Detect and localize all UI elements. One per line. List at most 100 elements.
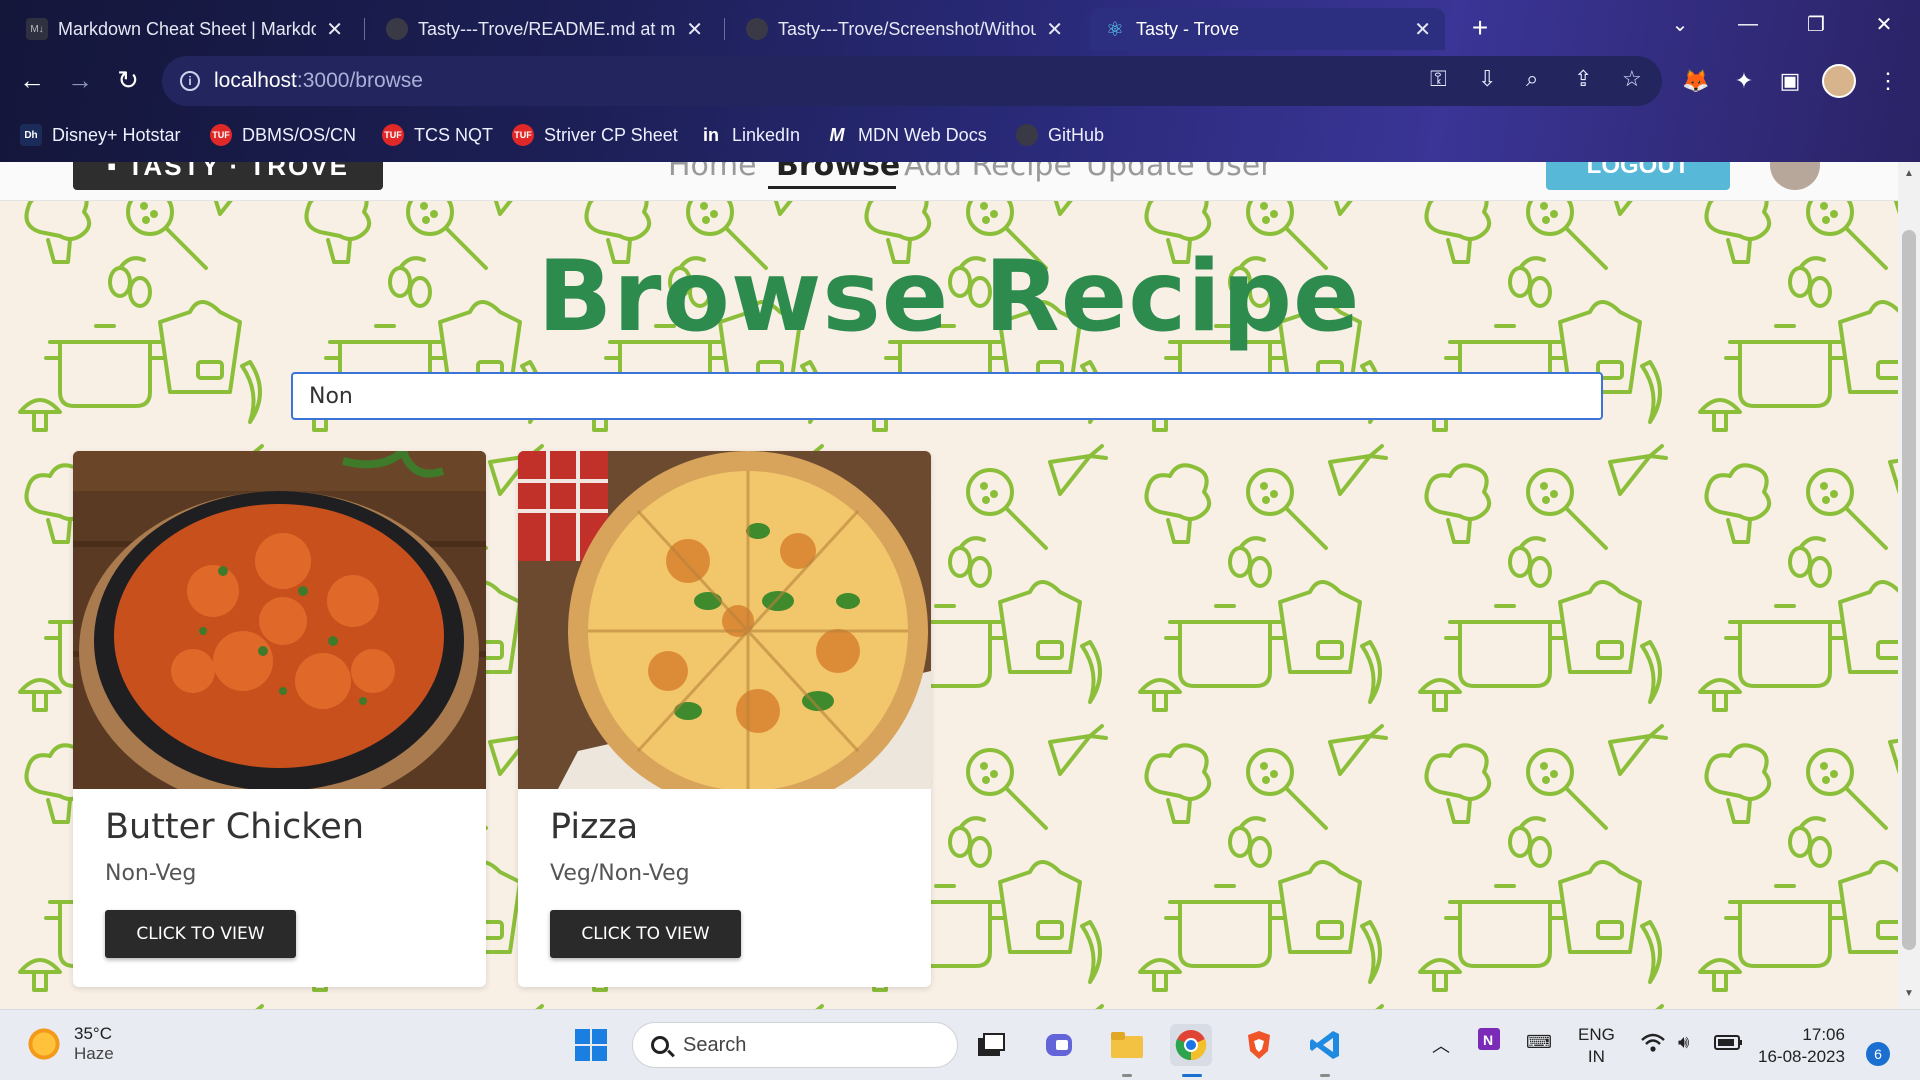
bookmark-dbms[interactable]: TUF DBMS/OS/CN <box>210 118 356 152</box>
forward-button[interactable]: → <box>60 60 100 100</box>
close-icon[interactable]: ✕ <box>1046 17 1063 42</box>
weather-temperature: 35°C <box>74 1024 112 1043</box>
language-code: ENG <box>1578 1025 1615 1044</box>
click-to-view-button[interactable]: CLICK TO VIEW <box>105 910 296 958</box>
user-avatar[interactable] <box>1770 162 1820 190</box>
close-window-button[interactable]: ✕ <box>1854 6 1914 42</box>
address-bar[interactable]: i localhost:3000/browse ⚿ ⇩ ⌕ ⇪ ☆ <box>162 56 1662 106</box>
chrome-icon[interactable] <box>1170 1024 1212 1066</box>
recipe-card-butter-chicken: Butter Chicken Non-Veg CLICK TO VIEW <box>73 451 486 987</box>
taskbar-search[interactable]: Search <box>632 1022 958 1068</box>
recipe-search-input[interactable] <box>291 372 1603 420</box>
clock-date: 16-08-2023 <box>1758 1047 1845 1066</box>
scroll-down-icon[interactable]: ▼ <box>1898 988 1920 999</box>
running-indicator <box>1320 1074 1330 1077</box>
notification-badge[interactable]: 6 <box>1866 1042 1890 1066</box>
tab-title: Tasty---Trove/README.md at ma <box>418 18 677 39</box>
recipe-name: Pizza <box>550 807 639 847</box>
github-icon <box>1016 124 1038 146</box>
bookmark-linkedin[interactable]: in LinkedIn <box>700 118 800 152</box>
teams-chat-icon[interactable] <box>1040 1024 1082 1066</box>
tab-title: Tasty - Trove <box>1136 18 1240 39</box>
nav-home-link[interactable]: Home <box>668 162 757 183</box>
bookmark-github[interactable]: GitHub <box>1016 118 1104 152</box>
onenote-icon[interactable]: N <box>1476 1026 1502 1057</box>
recipe-category: Non-Veg <box>105 861 197 886</box>
menu-icon[interactable]: ⋮ <box>1872 65 1904 97</box>
bookmark-label: MDN Web Docs <box>858 124 987 145</box>
pizza-image[interactable] <box>518 451 931 789</box>
vscode-icon[interactable] <box>1304 1024 1346 1066</box>
reload-button[interactable]: ↻ <box>108 60 148 100</box>
key-icon[interactable]: ⚿ <box>1430 66 1447 92</box>
start-windows-icon[interactable] <box>570 1024 612 1066</box>
weather-widget[interactable]: 35°C Haze <box>26 1024 114 1064</box>
click-to-view-button[interactable]: CLICK TO VIEW <box>550 910 741 958</box>
url-text[interactable]: localhost:3000/browse <box>214 69 423 93</box>
recipe-name: Butter Chicken <box>105 807 365 847</box>
bookmark-hotstar[interactable]: Dh Disney+ Hotstar <box>20 118 181 152</box>
weather-sun-icon <box>26 1026 62 1062</box>
share-icon[interactable]: ⇪ <box>1574 66 1592 92</box>
react-icon: ⚛ <box>1106 18 1124 41</box>
restore-button[interactable]: ❐ <box>1786 6 1846 42</box>
keyboard-icon[interactable]: ⌨ <box>1526 1032 1552 1053</box>
page-scrollbar[interactable]: ▲ ▼ <box>1898 162 1920 1009</box>
tab-markdown-cheat-sheet[interactable]: M↓ Markdown Cheat Sheet | Markdo ✕ <box>12 8 357 50</box>
wifi-icon[interactable] <box>1640 1032 1666 1059</box>
extensions-icon[interactable]: ✦ <box>1728 65 1760 97</box>
page-viewport: ▪ TASTY · TROVE Home Browse Add Recipe U… <box>0 162 1920 1009</box>
bookmark-mdn[interactable]: M MDN Web Docs <box>826 118 987 152</box>
close-icon[interactable]: ✕ <box>326 17 343 42</box>
bookmark-label: DBMS/OS/CN <box>242 124 357 145</box>
tab-screenshot[interactable]: Tasty---Trove/Screenshot/Withou ✕ <box>732 8 1077 50</box>
close-icon[interactable]: ✕ <box>686 17 703 42</box>
battery-icon[interactable] <box>1714 1032 1744 1057</box>
tab-strip: M↓ Markdown Cheat Sheet | Markdo ✕ Tasty… <box>0 0 1920 50</box>
github-icon <box>386 18 408 40</box>
bookmark-label: TCS NQT <box>414 124 493 145</box>
zoom-icon[interactable]: ⌕ <box>1526 66 1538 92</box>
bookmark-label: Disney+ Hotstar <box>52 124 181 145</box>
bookmark-star-icon[interactable]: ☆ <box>1622 66 1642 92</box>
recipe-card-pizza: Pizza Veg/Non-Veg CLICK TO VIEW <box>518 451 931 987</box>
profile-avatar[interactable] <box>1822 64 1856 98</box>
tab-readme[interactable]: Tasty---Trove/README.md at ma ✕ <box>372 8 717 50</box>
tab-title: Markdown Cheat Sheet | Markdo <box>58 18 317 39</box>
side-panel-icon[interactable]: ▣ <box>1774 65 1806 97</box>
tab-search-icon[interactable]: ⌄ <box>1650 6 1710 42</box>
site-info-icon[interactable]: i <box>180 71 200 91</box>
search-icon <box>651 1036 669 1054</box>
windows-taskbar: 35°C Haze Search ︿ N ⌨ ENG IN 🔊︎ 17:06 1… <box>0 1009 1920 1080</box>
metamask-icon[interactable]: 🦊 <box>1680 65 1712 97</box>
tab-title: Tasty---Trove/Screenshot/Withou <box>778 18 1037 39</box>
bookmark-striver[interactable]: TUF Striver CP Sheet <box>512 118 678 152</box>
github-icon <box>746 18 768 40</box>
scrollbar-thumb[interactable] <box>1902 230 1916 950</box>
brand-logo-button[interactable]: ▪ TASTY · TROVE <box>73 162 383 190</box>
active-nav-underline <box>768 186 896 189</box>
task-view-icon[interactable] <box>970 1024 1012 1066</box>
logout-button[interactable]: LOGOUT <box>1546 162 1730 190</box>
nav-browse-link[interactable]: Browse <box>776 162 900 183</box>
bookmark-tcs-nqt[interactable]: TUF TCS NQT <box>382 118 493 152</box>
brave-icon[interactable] <box>1238 1024 1280 1066</box>
active-indicator <box>1182 1074 1202 1077</box>
tab-tasty-trove[interactable]: ⚛ Tasty - Trove ✕ <box>1090 8 1445 50</box>
show-hidden-icons[interactable]: ︿ <box>1432 1032 1450 1058</box>
minimize-button[interactable]: — <box>1718 6 1778 42</box>
volume-icon[interactable]: 🔊︎ <box>1678 1032 1689 1053</box>
new-tab-button[interactable]: + <box>1462 10 1498 46</box>
hotstar-icon: Dh <box>20 124 42 146</box>
system-clock[interactable]: 17:06 16-08-2023 <box>1758 1024 1845 1068</box>
language-indicator[interactable]: ENG IN <box>1578 1024 1615 1068</box>
file-explorer-icon[interactable] <box>1106 1024 1148 1066</box>
back-button[interactable]: ← <box>12 60 52 100</box>
install-icon[interactable]: ⇩ <box>1478 66 1496 92</box>
close-icon[interactable]: ✕ <box>1414 17 1431 42</box>
butter-chicken-image[interactable] <box>73 451 486 789</box>
nav-add-recipe-link[interactable]: Add Recipe <box>904 162 1072 183</box>
browser-chrome: M↓ Markdown Cheat Sheet | Markdo ✕ Tasty… <box>0 0 1920 162</box>
nav-update-user-link[interactable]: Update User <box>1086 162 1273 183</box>
scroll-up-icon[interactable]: ▲ <box>1898 168 1920 179</box>
